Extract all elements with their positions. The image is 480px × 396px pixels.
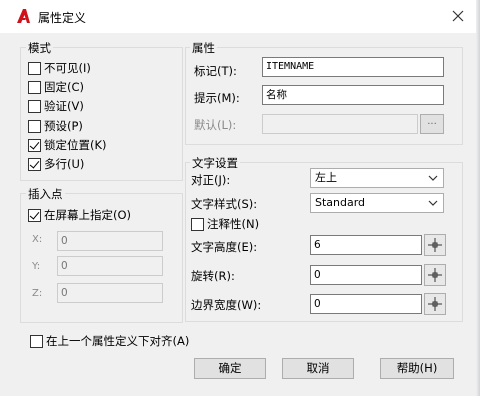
text-settings-title: 文字设置 [190,155,240,171]
prompt-label: 提示(M): [194,91,240,105]
dialog-title: 属性定义 [38,11,87,25]
text-style-select[interactable]: Standard [310,193,444,213]
attribute-group-title: 属性 [190,40,217,56]
z-label: Z: [32,288,43,299]
checkbox-box [28,99,41,113]
annotative-checkbox[interactable]: 注释性(N) [191,216,259,232]
justification-select[interactable]: 左上 [310,168,444,188]
preset-label: 预设(P) [44,119,83,133]
text-style-value: Standard [315,196,366,209]
z-coordinate-field[interactable]: 0 [57,283,163,303]
text-height-input[interactable]: 6 [310,235,422,255]
chevron-down-icon [428,175,438,181]
annotative-label: 注释性(N) [207,217,260,231]
checkbox-box-checked [28,138,41,152]
title-bar: 属性定义 [0,0,476,33]
constant-checkbox[interactable]: 固定(C) [28,79,84,95]
default-label: 默认(L): [194,118,237,132]
pick-boundary-width-button[interactable] [424,293,446,315]
close-button[interactable] [446,4,470,28]
align-below-label: 在上一个属性定义下对齐(A) [46,334,190,348]
checkbox-box-checked [28,157,41,171]
specify-on-screen-checkbox[interactable]: 在屏幕上指定(O) [28,207,131,223]
boundary-width-input[interactable]: 0 [310,294,422,314]
multiline-label: 多行(U) [44,157,85,171]
preset-checkbox[interactable]: 预设(P) [28,118,83,134]
multiline-checkbox[interactable]: 多行(U) [28,156,84,172]
insertion-point-title: 插入点 [26,186,65,202]
checkbox-box [191,217,204,231]
rotation-label: 旋转(R): [191,269,235,283]
crosshair-icon [428,297,442,311]
align-below-checkbox[interactable]: 在上一个属性定义下对齐(A) [30,333,189,349]
help-button[interactable]: 帮助(H) [380,358,454,379]
text-style-label: 文字样式(S): [191,197,258,211]
cancel-button[interactable]: 取消 [282,358,354,379]
verify-label: 验证(V) [44,99,84,113]
x-coordinate-field[interactable]: 0 [57,231,163,251]
justification-label: 对正(J): [191,173,231,187]
ok-button[interactable]: 确定 [194,358,266,379]
rotation-input[interactable]: 0 [310,265,422,285]
mode-group-title: 模式 [26,40,53,56]
x-label: X: [32,234,43,245]
checkbox-box [28,80,41,94]
pick-rotation-button[interactable] [424,264,446,286]
verify-checkbox[interactable]: 验证(V) [28,98,84,114]
pick-text-height-button[interactable] [424,234,446,256]
tag-label: 标记(T): [194,64,237,78]
lock-position-checkbox[interactable]: 锁定位置(K) [28,137,107,153]
y-coordinate-field[interactable]: 0 [57,256,163,276]
insert-field-button[interactable]: ... [420,114,444,134]
specify-on-screen-label: 在屏幕上指定(O) [44,208,132,222]
boundary-width-label: 边界宽度(W): [191,298,262,312]
close-icon [452,10,464,22]
checkbox-box [28,61,41,75]
crosshair-icon [428,238,442,252]
lock-position-label: 锁定位置(K) [44,138,107,152]
checkbox-box [30,334,43,348]
invisible-label: 不可见(I) [44,61,91,75]
checkbox-box-checked [28,208,41,222]
constant-label: 固定(C) [44,80,85,94]
autocad-logo-icon [17,9,30,23]
text-height-label: 文字高度(E): [191,240,258,254]
attribute-definition-dialog: 属性定义 模式 不可见(I) 固定(C) 验证(V) 预设(P) 锁定位置(K)… [0,0,480,396]
chevron-down-icon [428,200,438,206]
y-label: Y: [32,261,41,272]
background-drawing-fragment [472,150,478,170]
default-input[interactable] [262,114,418,134]
crosshair-icon [428,268,442,282]
tag-input[interactable]: ITEMNAME [262,57,444,77]
checkbox-box [28,119,41,133]
invisible-checkbox[interactable]: 不可见(I) [28,60,91,76]
prompt-input[interactable]: 名称 [262,85,444,105]
justification-value: 左上 [315,171,337,184]
